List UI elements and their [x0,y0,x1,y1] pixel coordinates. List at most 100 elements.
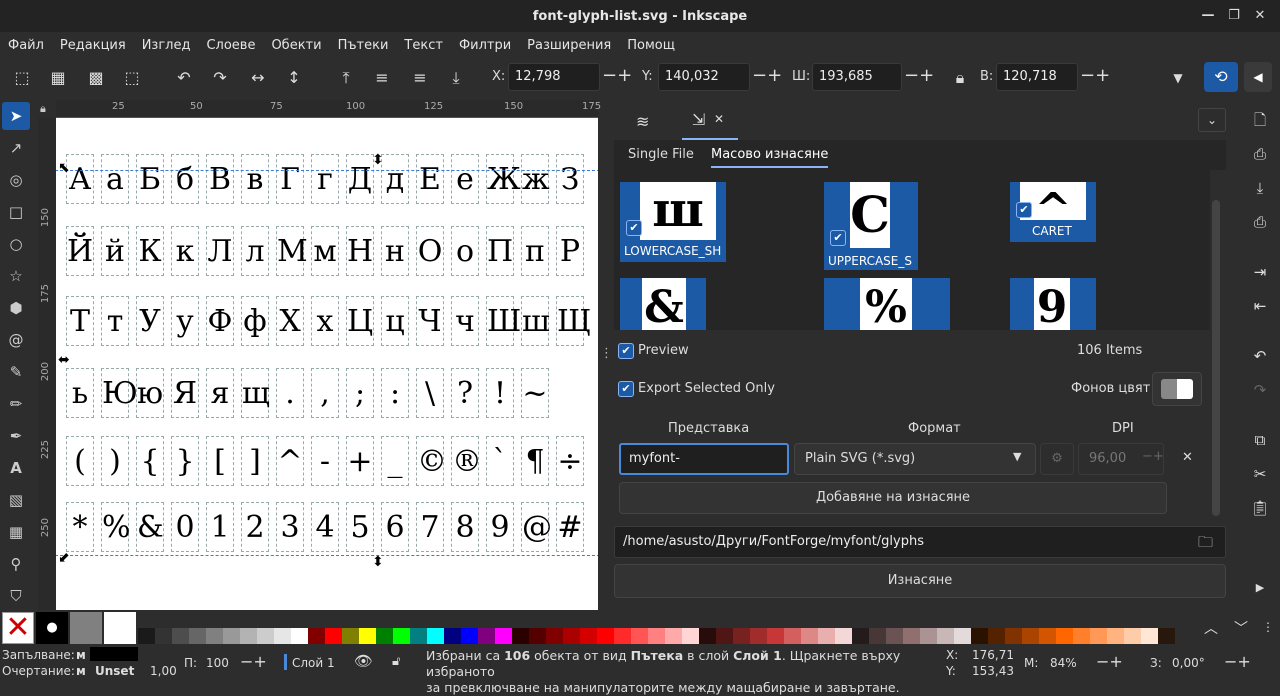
selector-tool-icon[interactable]: ➤ [4,104,28,128]
palette-swatch[interactable] [818,628,835,644]
undo-icon[interactable]: ↶ [1248,344,1272,368]
palette-swatch[interactable] [580,628,597,644]
h-input[interactable]: 120,718 [996,63,1078,91]
deselect-icon[interactable]: ▩ [84,66,108,90]
palette-swatch[interactable] [274,628,291,644]
cut-icon[interactable]: ✂ [1248,462,1272,486]
close-tab-icon[interactable]: ✕ [714,112,724,126]
palette-swatch[interactable] [1073,628,1090,644]
palette-swatch[interactable] [920,628,937,644]
palette-swatch[interactable] [461,628,478,644]
3d-box-tool-icon[interactable]: ⬢ [4,296,28,320]
tab-single-file[interactable]: Single File [628,147,694,162]
bg-color-button[interactable] [1152,372,1202,406]
palette-up-icon[interactable]: ︿ [1204,618,1218,638]
zoom-stepper[interactable]: −+ [1096,652,1123,671]
palette-swatch[interactable] [563,628,580,644]
palette-swatch[interactable] [206,628,223,644]
lock-guides-icon[interactable]: 🔒︎ [40,102,46,116]
paste-icon[interactable]: 📋︎ [1248,496,1272,520]
lower-bottom-icon[interactable]: ⤓ [444,66,468,90]
x-input[interactable]: 12,798 [508,63,600,91]
minimize-icon[interactable]: — [1198,6,1218,26]
white-swatch[interactable] [104,612,136,644]
palette-swatch[interactable] [682,628,699,644]
palette-swatch[interactable] [886,628,903,644]
thumbnail-item[interactable]: & [620,278,706,330]
palette-swatch[interactable] [512,628,529,644]
palette-swatch[interactable] [1056,628,1073,644]
nw-scale-handle-icon[interactable]: ⬉ [58,160,70,176]
w-input[interactable]: 193,685 [812,63,902,91]
current-layer[interactable]: Слой 1 [292,656,335,670]
palette-swatch[interactable] [1022,628,1039,644]
pencil-tool-icon[interactable]: ✏ [4,392,28,416]
fill-indicator[interactable] [90,647,138,661]
palette-swatch[interactable] [631,628,648,644]
palette-swatch[interactable] [988,628,1005,644]
import-icon[interactable]: ⇥ [1248,260,1272,284]
tab-batch-export[interactable]: Масово изнасяне [711,147,829,168]
menu-objects[interactable]: Обекти [263,38,329,53]
snap-popover-icon[interactable]: ◀ [1244,62,1272,92]
opacity-stepper[interactable]: −+ [240,652,267,671]
open-icon[interactable]: ⎙ [1248,142,1272,166]
snap-toggle-icon[interactable]: ⟲ [1204,62,1238,92]
palette-swatch[interactable] [308,628,325,644]
palette-swatch[interactable] [155,628,172,644]
w-scale-handle-icon[interactable]: ⬌ [58,352,70,368]
thumbnail-checkbox[interactable]: ✔ [1016,202,1032,218]
palette-swatch[interactable] [291,628,308,644]
palette-swatch[interactable] [1107,628,1124,644]
bezier-tool-icon[interactable]: ✎ [4,360,28,384]
palette-swatch[interactable] [189,628,206,644]
palette-down-icon[interactable]: ﹀ [1234,618,1248,638]
save-icon[interactable]: ⤓ [1248,176,1272,200]
lower-icon[interactable]: ≡ [408,66,432,90]
palette-swatch[interactable] [1090,628,1107,644]
thumbnail-item[interactable]: С ✔ UPPERCASE_S [824,182,918,270]
palette-swatch[interactable] [597,628,614,644]
export-selected-checkbox[interactable]: ✔ [618,381,634,397]
maximize-icon[interactable]: ❐ [1224,6,1244,26]
palette-swatch[interactable] [240,628,257,644]
thumbnail-checkbox[interactable]: ✔ [626,220,642,236]
rotate-input[interactable]: 0,00° [1172,656,1205,670]
palette-swatch[interactable] [937,628,954,644]
gray-swatch[interactable] [70,612,102,644]
palette-swatch[interactable] [869,628,886,644]
thumbnail-item[interactable]: ш ✔ LOWERCASE_SH [620,182,726,262]
layers-tab-icon[interactable]: ≋ [636,112,649,131]
format-settings-icon[interactable]: ⚙ [1040,443,1074,475]
palette-swatch[interactable] [1039,628,1056,644]
node-tool-icon[interactable]: ↗ [4,136,28,160]
folder-icon[interactable]: 🗀 [1198,532,1213,557]
redo-icon[interactable]: ↷ [1248,378,1272,402]
palette-swatch[interactable] [835,628,852,644]
palette-swatch[interactable] [495,628,512,644]
palette-swatch[interactable] [767,628,784,644]
menu-edit[interactable]: Редакция [52,38,134,53]
copy-icon[interactable]: ⧉ [1248,428,1272,452]
expand-icon[interactable]: ▶ [1248,576,1272,600]
prefix-input[interactable]: myfont- [619,443,789,475]
w-stepper[interactable]: −+ [904,64,934,88]
palette-swatch[interactable] [138,628,155,644]
spiral-tool-icon[interactable]: @ [4,328,28,352]
thumbnail-item[interactable]: ^ ✔ CARET [1010,182,1096,242]
rotate-ccw-icon[interactable]: ↶ [172,66,196,90]
palette-swatch[interactable] [648,628,665,644]
panel-menu-chevron-icon[interactable]: ⌄ [1198,108,1226,132]
palette-swatch[interactable] [529,628,546,644]
palette-swatch[interactable] [546,628,563,644]
palette-swatch[interactable] [257,628,274,644]
palette-menu-icon[interactable]: ⋮ [1262,620,1274,634]
zoom-input[interactable]: 84% [1050,656,1077,670]
palette-swatch[interactable] [852,628,869,644]
selection-bounding-box[interactable] [56,170,598,556]
remove-export-icon[interactable]: ✕ [1182,450,1193,465]
palette-swatch[interactable] [699,628,716,644]
format-dropdown[interactable]: Plain SVG (*.svg) ▼ [794,443,1036,475]
palette-swatch[interactable] [427,628,444,644]
y-stepper[interactable]: −+ [752,64,782,88]
